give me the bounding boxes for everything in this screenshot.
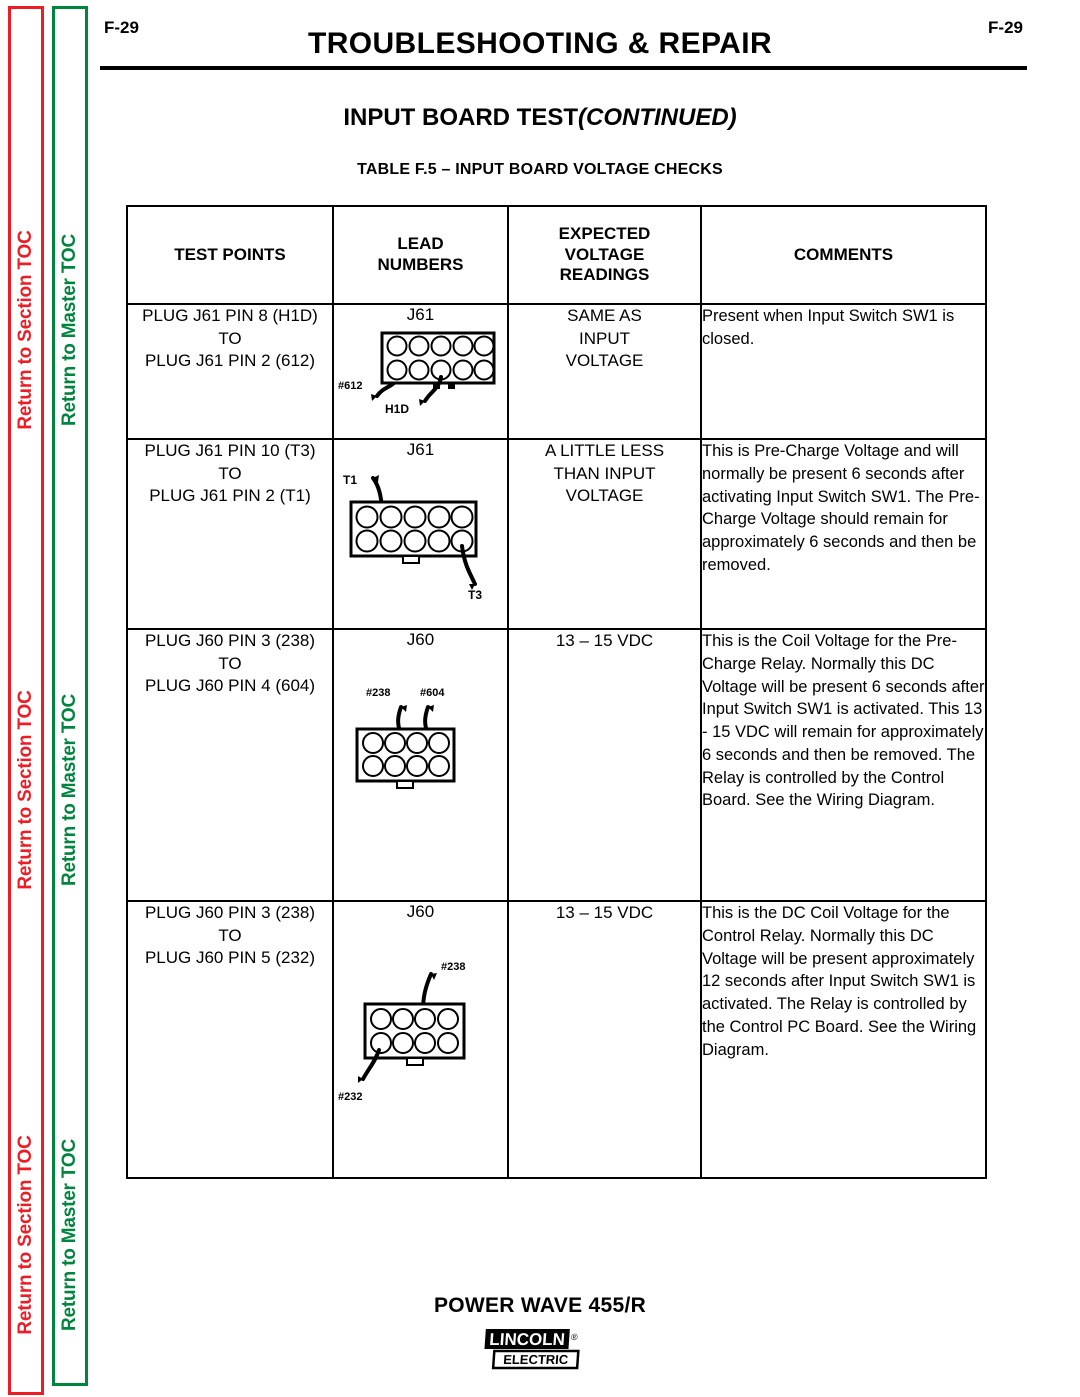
- test-point-line: TO: [218, 328, 242, 348]
- test-point-line: PLUG J61 PIN 8 (H1D): [142, 306, 318, 325]
- cell-expected-voltage: 13 – 15 VDC: [507, 900, 702, 1179]
- test-point-line: PLUG J60 PIN 4 (604): [144, 676, 316, 696]
- callout-t3-text: T3: [468, 588, 482, 602]
- callout-238-text: #238: [366, 687, 390, 699]
- title-divider: [100, 66, 1027, 70]
- header-line: NUMBERS: [377, 255, 464, 274]
- test-point-line: PLUG J61 PIN 2 (612): [144, 351, 316, 371]
- table-row: PLUG J60 PIN 3 (238) TO PLUG J60 PIN 5 (…: [126, 900, 987, 1179]
- product-name: POWER WAVE 455/R: [433, 1294, 647, 1317]
- table-row: PLUG J60 PIN 3 (238) TO PLUG J60 PIN 4 (…: [126, 628, 987, 902]
- cell-comments: This is Pre-Charge Voltage and will norm…: [700, 438, 987, 630]
- test-point-line: TO: [218, 653, 242, 673]
- cell-test-points: PLUG J60 PIN 3 (238) TO PLUG J60 PIN 4 (…: [126, 628, 334, 902]
- test-point-line: TO: [218, 463, 242, 483]
- lead-number-label: J60: [406, 630, 435, 649]
- connector-diagram-j60: #238 #232: [334, 924, 507, 1118]
- callout-238-text: #238: [441, 961, 465, 973]
- connector-svg: #238 #232: [338, 961, 466, 1103]
- cell-lead-numbers: J60 #238 #604: [332, 628, 509, 902]
- master-toc-label[interactable]: Return to Master TOC: [59, 234, 81, 426]
- voltage-line: 13 – 15 VDC: [555, 903, 654, 922]
- table-caption: TABLE F.5 – INPUT BOARD VOLTAGE CHECKS: [357, 161, 723, 178]
- column-header-comments: COMMENTS: [700, 205, 987, 305]
- cell-test-points: PLUG J61 PIN 10 (T3) TO PLUG J61 PIN 2 (…: [126, 438, 334, 630]
- registered-trademark-icon: ®: [571, 1332, 579, 1342]
- callout-612-text: #612: [338, 380, 362, 392]
- connector-tab: [396, 780, 414, 789]
- voltage-line: SAME AS: [567, 306, 642, 325]
- logo-primary-text: LINCOLN: [489, 1330, 566, 1349]
- connector-diagram-j61: #612 H1D: [334, 327, 507, 427]
- test-point-line: TO: [218, 925, 242, 945]
- document-title: TROUBLESHOOTING & REPAIR: [307, 27, 773, 60]
- cell-lead-numbers: J60 #238 #232: [332, 900, 509, 1179]
- connector-diagram-j60: #238 #604: [334, 652, 507, 819]
- callout-604-text: #604: [420, 687, 445, 699]
- connector-tab: [402, 555, 420, 564]
- connector-svg: T1 T3: [343, 473, 482, 602]
- test-point-line: PLUG J61 PIN 10 (T3): [144, 441, 316, 460]
- voltage-line: VOLTAGE: [565, 486, 644, 506]
- header-line: VOLTAGE: [564, 244, 645, 264]
- return-to-section-toc-bar[interactable]: Return to Section TOC Return to Section …: [8, 6, 44, 1395]
- connector-tab: [448, 383, 455, 389]
- cell-lead-numbers: J61 #612 H1D: [332, 303, 509, 440]
- callout-h1d-text: H1D: [385, 402, 409, 416]
- table-row: PLUG J61 PIN 8 (H1D) TO PLUG J61 PIN 2 (…: [126, 303, 987, 440]
- section-title-main: INPUT BOARD TEST: [343, 104, 578, 131]
- column-header-expected-voltage-readings: EXPECTED VOLTAGE READINGS: [507, 205, 702, 305]
- lead-number-label: J61: [406, 305, 435, 324]
- test-point-line: PLUG J60 PIN 3 (238): [144, 903, 316, 922]
- header-line: EXPECTED: [558, 223, 651, 243]
- table-header-row: TEST POINTS LEAD NUMBERS EXPECTED VOLTAG…: [126, 205, 987, 305]
- voltage-line: INPUT: [579, 328, 630, 348]
- input-board-voltage-checks-table: TEST POINTS LEAD NUMBERS EXPECTED VOLTAG…: [126, 205, 987, 1179]
- connector-diagram-j61: T1 T3: [334, 462, 507, 607]
- section-toc-label[interactable]: Return to Section TOC: [15, 690, 37, 889]
- cell-expected-voltage: A LITTLE LESS THAN INPUT VOLTAGE: [507, 438, 702, 630]
- test-point-line: PLUG J60 PIN 5 (232): [144, 948, 316, 968]
- voltage-line: A LITTLE LESS: [544, 441, 665, 460]
- voltage-line: VOLTAGE: [565, 351, 644, 371]
- lead-number-label: J60: [406, 902, 435, 921]
- voltage-line: 13 – 15 VDC: [555, 631, 654, 650]
- logo-secondary-text: ELECTRIC: [503, 1352, 570, 1367]
- cell-expected-voltage: SAME AS INPUT VOLTAGE: [507, 303, 702, 440]
- connector-tab: [406, 1057, 424, 1066]
- cell-test-points: PLUG J60 PIN 3 (238) TO PLUG J60 PIN 5 (…: [126, 900, 334, 1179]
- callout-t1-text: T1: [343, 473, 357, 487]
- lead-number-label: J61: [406, 440, 435, 459]
- section-title-continued: (CONTINUED): [578, 104, 737, 131]
- section-toc-label[interactable]: Return to Section TOC: [15, 230, 37, 429]
- test-point-line: PLUG J60 PIN 3 (238): [144, 631, 316, 650]
- connector-svg: #612 H1D: [338, 331, 496, 416]
- manual-page: Return to Section TOC Return to Section …: [0, 0, 1080, 1397]
- cell-test-points: PLUG J61 PIN 8 (H1D) TO PLUG J61 PIN 2 (…: [126, 303, 334, 440]
- callout-232-text: #232: [338, 1091, 362, 1103]
- header-line: READINGS: [559, 265, 650, 285]
- table-row: PLUG J61 PIN 10 (T3) TO PLUG J61 PIN 2 (…: [126, 438, 987, 630]
- page-title: INPUT BOARD TEST(CONTINUED): [0, 104, 1080, 132]
- lincoln-electric-logo: LINCOLN ® ELECTRIC: [484, 1329, 580, 1370]
- header-line: LEAD: [397, 234, 444, 254]
- return-to-master-toc-bar[interactable]: Return to Master TOC Return to Master TO…: [52, 6, 88, 1386]
- column-header-test-points: TEST POINTS: [126, 205, 334, 305]
- test-point-line: PLUG J61 PIN 2 (T1): [149, 486, 311, 506]
- cell-comments: Present when Input Switch SW1 is closed.: [700, 303, 987, 440]
- voltage-line: THAN INPUT: [553, 463, 656, 483]
- cell-expected-voltage: 13 – 15 VDC: [507, 628, 702, 902]
- cell-lead-numbers: J61 T1 T3: [332, 438, 509, 630]
- column-header-lead-numbers: LEAD NUMBERS: [332, 205, 509, 305]
- cell-comments: This is the DC Coil Voltage for the Cont…: [700, 900, 987, 1179]
- connector-svg: #238 #604: [355, 687, 456, 789]
- cell-comments: This is the Coil Voltage for the Pre-Cha…: [700, 628, 987, 902]
- master-toc-label[interactable]: Return to Master TOC: [59, 694, 81, 886]
